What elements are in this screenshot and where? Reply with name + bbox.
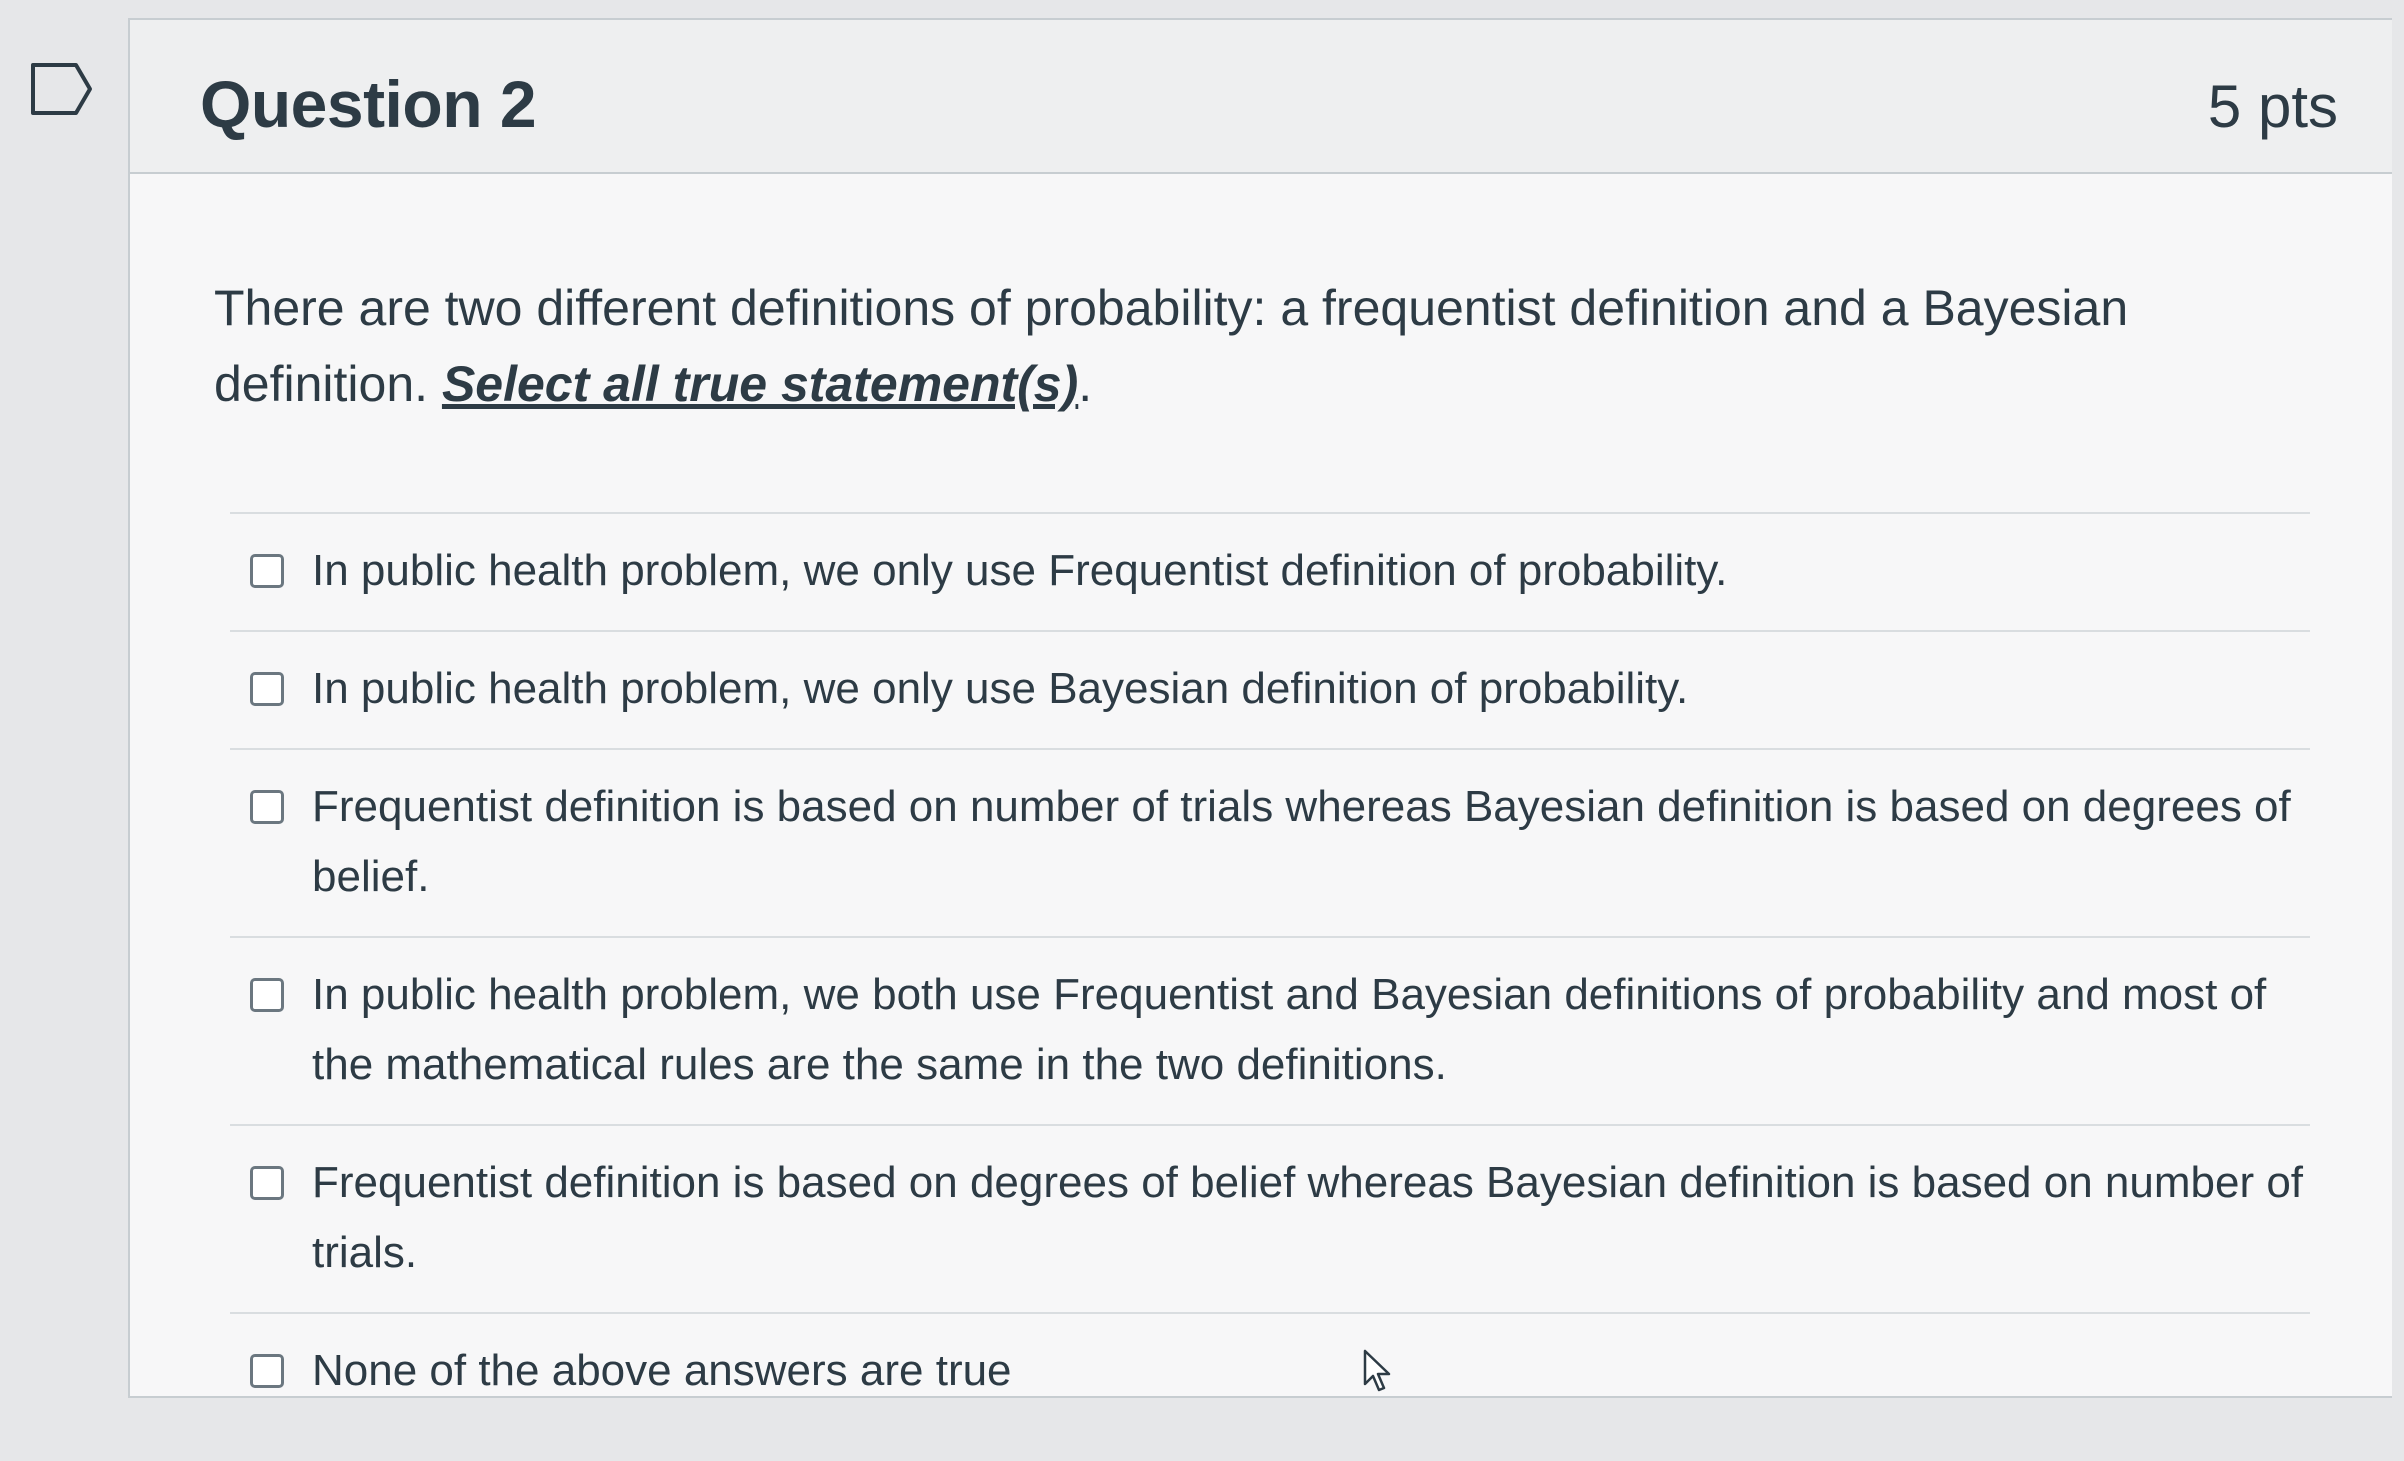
flag-question-icon[interactable] — [30, 62, 94, 116]
answer-label[interactable]: Frequentist definition is based on degre… — [312, 1148, 2310, 1288]
question-card: Question 2 5 pts There are two different… — [128, 18, 2392, 1398]
checkbox-icon[interactable] — [250, 672, 284, 706]
answer-option-2[interactable]: In public health problem, we only use Ba… — [230, 632, 2310, 750]
answer-label[interactable]: In public health problem, we only use Ba… — [312, 654, 2310, 724]
instruction-suffix: . — [1078, 356, 1093, 412]
answer-label[interactable]: In public health problem, we only use Fr… — [312, 536, 2310, 606]
checkbox-icon[interactable] — [250, 790, 284, 824]
checkbox-icon[interactable] — [250, 978, 284, 1012]
answer-label[interactable]: In public health problem, we both use Fr… — [312, 960, 2310, 1100]
question-points: 5 pts — [2207, 73, 2338, 140]
question-header: Question 2 5 pts — [130, 20, 2392, 174]
answer-option-3[interactable]: Frequentist definition is based on numbe… — [230, 750, 2310, 938]
answer-option-4[interactable]: In public health problem, we both use Fr… — [230, 938, 2310, 1126]
answer-label[interactable]: None of the above answers are true — [312, 1336, 2310, 1406]
checkbox-icon[interactable] — [250, 1166, 284, 1200]
answer-option-6[interactable]: None of the above answers are true — [230, 1314, 2310, 1430]
checkbox-icon[interactable] — [250, 554, 284, 588]
question-prompt: There are two different definitions of p… — [214, 270, 2314, 422]
instruction-text: Select all true statement(s) — [441, 356, 1079, 412]
mouse-pointer-icon — [1363, 1349, 1391, 1392]
checkbox-icon[interactable] — [250, 1354, 284, 1388]
answer-list: In public health problem, we only use Fr… — [230, 512, 2310, 1430]
answer-label[interactable]: Frequentist definition is based on numbe… — [312, 772, 2310, 912]
answer-option-1[interactable]: In public health problem, we only use Fr… — [230, 514, 2310, 632]
answer-option-5[interactable]: Frequentist definition is based on degre… — [230, 1126, 2310, 1314]
question-title: Question 2 — [200, 67, 537, 141]
